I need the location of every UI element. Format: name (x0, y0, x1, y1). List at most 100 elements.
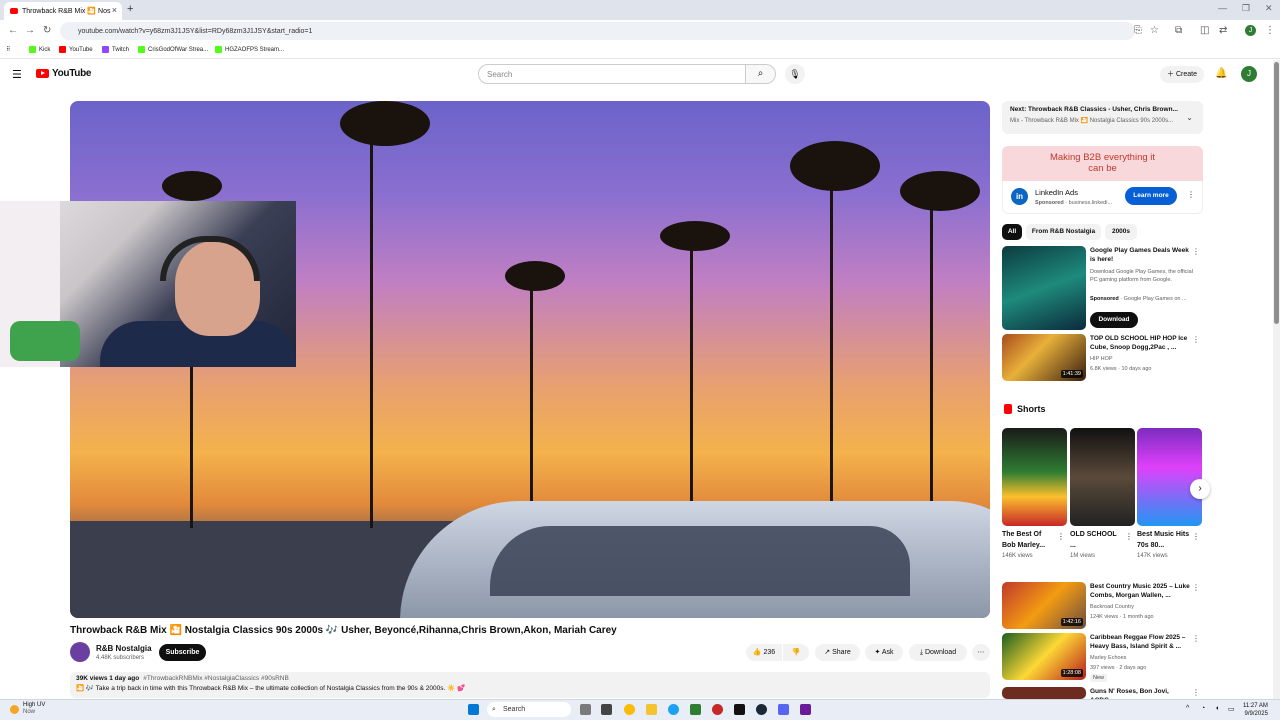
short-item[interactable]: OLD SCHOOL ... 1M views ⋮ (1070, 428, 1135, 559)
chip-from-channel[interactable]: From R&B Nostalgia (1026, 224, 1101, 240)
tray-chevron-icon[interactable]: ^ (1186, 705, 1189, 712)
taskbar-search[interactable]: ⌕ Search (487, 702, 571, 717)
sidepanel-icon[interactable]: ◫ (1200, 25, 1209, 36)
app-icon[interactable] (712, 704, 723, 715)
more-vert-icon[interactable]: ⋮ (1192, 335, 1200, 344)
dislike-button[interactable]: 👎 (783, 644, 809, 661)
app-icon[interactable] (668, 704, 679, 715)
promo-thumbnail[interactable] (1002, 246, 1086, 330)
recommended-video[interactable]: 1:28:08 Caribbean Reggae Flow 2025 – Hea… (1002, 633, 1203, 683)
minimize-icon[interactable]: — (1218, 3, 1227, 13)
channel-name: Backroad Country (1090, 604, 1135, 610)
battery-icon[interactable]: ▭ (1228, 705, 1235, 713)
install-icon[interactable]: ⎘ (1134, 25, 1142, 36)
recommended-video[interactable]: Guns N' Roses, Bon Jovi, ACDC, ⋮ (1002, 687, 1203, 699)
wifi-icon[interactable]: ◔ (1201, 705, 1205, 712)
back-icon[interactable]: ← (8, 25, 18, 36)
bookmark-crisgodofwar[interactable]: CrisGodOfWar Strea... (138, 46, 208, 53)
create-button[interactable]: ＋ Create (1160, 66, 1204, 83)
close-tab-icon[interactable]: × (112, 5, 117, 15)
app-icon[interactable] (734, 704, 745, 715)
bookmark-kick[interactable]: Kick (29, 46, 50, 53)
app-icon[interactable] (800, 704, 811, 715)
next-in-mix-panel[interactable]: Next: Throwback R&B Classics - Usher, Ch… (1002, 101, 1203, 134)
weather-widget[interactable]: High UV Now (10, 702, 45, 716)
menu-kebab-icon[interactable]: ⋮ (1265, 25, 1275, 36)
thumbs-up-icon: 👍 (752, 649, 764, 656)
ask-button[interactable]: ✦ Ask (865, 644, 903, 661)
more-vert-icon[interactable]: ⋮ (1192, 532, 1200, 541)
tab-search-icon[interactable]: ⇄ (1219, 25, 1227, 36)
video-thumbnail[interactable]: 1:28:08 (1002, 633, 1086, 680)
short-thumbnail[interactable] (1137, 428, 1202, 526)
share-button[interactable]: ↗ Share (815, 644, 860, 661)
more-vert-icon[interactable]: ⋮ (1192, 634, 1200, 643)
forward-icon[interactable]: → (25, 25, 35, 36)
ad-menu-icon[interactable]: ⋮ (1187, 190, 1195, 199)
restore-icon[interactable]: ❐ (1242, 3, 1250, 14)
steam-icon[interactable] (756, 704, 767, 715)
video-thumbnail[interactable]: 1:41:39 (1002, 334, 1086, 381)
apps-grid-icon[interactable]: ⠿ (6, 46, 10, 53)
windows-start-icon[interactable] (468, 704, 479, 715)
video-thumbnail[interactable] (1002, 687, 1086, 699)
task-view-icon[interactable] (580, 704, 591, 715)
bookmark-hgzaofps[interactable]: HGZAOFPS Stream... (215, 46, 284, 53)
reload-icon[interactable]: ↻ (43, 25, 51, 36)
profile-avatar[interactable]: J (1245, 25, 1256, 36)
download-button[interactable]: ⤓ Download (909, 644, 967, 661)
scrollbar-thumb[interactable] (1274, 62, 1279, 324)
recommended-video[interactable]: 1:42:16 Best Country Music 2025 – Luke C… (1002, 582, 1203, 630)
address-bar[interactable]: youtube.com/watch?v=y68zm3J1JSY&list=RDy… (60, 22, 1135, 40)
more-vert-icon[interactable]: ⋮ (1192, 247, 1200, 256)
youtube-logo[interactable]: YouTube (36, 68, 92, 79)
chip-all[interactable]: All (1002, 224, 1022, 240)
learn-more-button[interactable]: Learn more (1125, 187, 1177, 205)
search-button[interactable]: ⌕ (746, 64, 776, 84)
more-actions-button[interactable]: ⋯ (972, 644, 990, 661)
more-vert-icon[interactable]: ⋮ (1192, 583, 1200, 592)
more-vert-icon[interactable]: ⋮ (1192, 688, 1200, 697)
close-window-icon[interactable]: ✕ (1265, 3, 1273, 14)
file-explorer-icon[interactable] (646, 704, 657, 715)
taskbar-clock[interactable]: 11:27 AM 9/9/2025 (1243, 702, 1268, 718)
ad-banner[interactable]: Making B2B everything it can be (1002, 146, 1203, 181)
shorts-next-arrow-icon[interactable]: › (1190, 479, 1210, 499)
terminal-icon[interactable] (601, 704, 612, 715)
notifications-bell-icon[interactable]: 🔔 (1215, 68, 1227, 79)
windows-taskbar: High UV Now ⌕ Search ^ ◔ ◖ ▭ 11:27 AM 9/9/2… (0, 699, 1280, 720)
more-vert-icon[interactable]: ⋮ (1057, 532, 1065, 541)
browser-tab-active[interactable]: Throwback R&B Mix 🎦 Nos × (4, 2, 122, 20)
share-icon: ↗ (824, 649, 833, 656)
promo-ad-item[interactable]: Google Play Games Deals Week is here! Do… (1002, 246, 1203, 331)
short-thumbnail[interactable] (1070, 428, 1135, 526)
short-item[interactable]: The Best Of Bob Marley... 146K views ⋮ (1002, 428, 1067, 559)
recommended-video[interactable]: 1:41:39 TOP OLD SCHOOL HIP HOP Ice Cube,… (1002, 334, 1203, 382)
discord-icon[interactable] (778, 704, 789, 715)
new-tab-button[interactable]: + (127, 3, 133, 15)
short-thumbnail[interactable] (1002, 428, 1067, 526)
hamburger-menu-icon[interactable]: ☰ (12, 68, 22, 81)
bookmark-star-icon[interactable]: ☆ (1150, 25, 1159, 36)
channel-avatar[interactable] (70, 642, 90, 662)
like-button[interactable]: 👍 236 (746, 644, 782, 661)
chevron-down-icon[interactable]: ⌄ (1186, 113, 1193, 122)
extensions-icon[interactable]: ⧉ (1175, 25, 1182, 36)
hashtags[interactable]: #ThrowbackRNBMix #NostalgiaClassics #90s… (143, 675, 289, 682)
search-input[interactable]: Search (478, 64, 746, 84)
promo-download-button[interactable]: Download (1090, 312, 1138, 328)
video-thumbnail[interactable]: 1:42:16 (1002, 582, 1086, 629)
subscribe-button[interactable]: Subscribe (159, 644, 206, 661)
ad-banner-text: Making B2B everything it can be (1049, 152, 1156, 174)
bookmark-twitch[interactable]: Twitch (102, 46, 129, 53)
channel-name[interactable]: R&B Nostalgia (96, 644, 152, 653)
voice-search-button[interactable]: 🎙 (785, 64, 805, 84)
bookmark-youtube[interactable]: YouTube (59, 46, 93, 53)
account-avatar[interactable]: J (1241, 66, 1257, 82)
description-box[interactable]: 39K views 1 day ago #ThrowbackRNBMix #Nos… (70, 672, 990, 698)
excel-icon[interactable] (690, 704, 701, 715)
volume-icon[interactable]: ◖ (1215, 705, 1219, 712)
chip-2000s[interactable]: 2000s (1105, 224, 1137, 240)
more-vert-icon[interactable]: ⋮ (1125, 532, 1133, 541)
chrome-icon[interactable] (624, 704, 635, 715)
